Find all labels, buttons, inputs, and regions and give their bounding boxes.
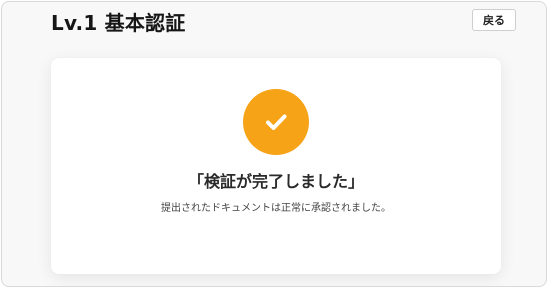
verification-status-message: 提出されたドキュメントは正常に承認されました。: [161, 203, 391, 214]
verification-result-card: 「検証が完了しました」 提出されたドキュメントは正常に承認されました。: [51, 58, 501, 274]
back-button[interactable]: 戻る: [472, 9, 516, 31]
page-title: Lv.1 基本認証: [51, 11, 186, 35]
success-badge: [243, 89, 309, 155]
verification-panel: Lv.1 基本認証 戻る 「検証が完了しました」 提出されたドキュメントは正常に…: [1, 1, 547, 287]
verification-status-title: 「検証が完了しました」: [187, 172, 364, 191]
check-icon: [266, 114, 287, 130]
